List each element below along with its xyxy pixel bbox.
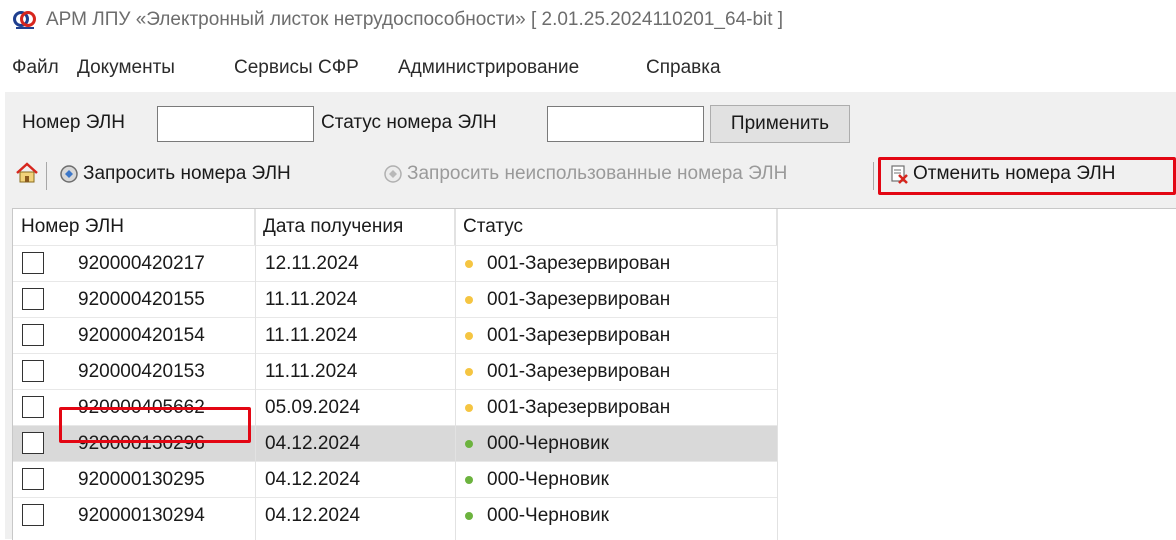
cell-receive-date: 11.11.2024 xyxy=(265,288,358,310)
cell-status: 001-Зарезервирован xyxy=(459,354,670,389)
request-eln-label: Запросить номера ЭЛН xyxy=(83,163,291,184)
cell-status: 001-Зарезервирован xyxy=(459,318,670,353)
status-dot-icon xyxy=(465,331,473,340)
status-dot-icon xyxy=(465,367,473,376)
row-checkbox[interactable] xyxy=(22,396,44,418)
cell-status: 001-Зарезервирован xyxy=(459,282,670,317)
cell-receive-date: 11.11.2024 xyxy=(265,360,358,382)
home-button[interactable] xyxy=(15,162,43,184)
row-checkbox[interactable] xyxy=(22,432,44,454)
status-dot-icon xyxy=(465,475,473,484)
cell-receive-date: 05.09.2024 xyxy=(265,396,361,418)
request-unused-icon xyxy=(384,165,402,183)
status-text: 001-Зарезервирован xyxy=(487,396,671,418)
status-dot-icon xyxy=(465,439,473,448)
status-text: 001-Зарезервирован xyxy=(487,252,671,274)
cell-status: 001-Зарезервирован xyxy=(459,390,670,425)
main-panel: Номер ЭЛН Статус номера ЭЛН Применить За… xyxy=(5,92,1176,540)
eln-number-label: Номер ЭЛН xyxy=(22,112,125,133)
menu-documents[interactable]: Документы xyxy=(77,57,175,79)
table-row[interactable]: 920000130294 04.12.2024 000-Черновик xyxy=(13,497,777,533)
status-dot-icon xyxy=(465,403,473,412)
window-title: АРМ ЛПУ «Электронный листок нетрудоспосо… xyxy=(46,9,784,30)
status-input[interactable] xyxy=(547,106,704,142)
cell-eln-number: 920000420154 xyxy=(78,324,205,346)
cell-status: 000-Черновик xyxy=(459,498,609,533)
cell-status: 000-Черновик xyxy=(459,426,609,461)
table-row[interactable]: 920000420154 11.11.2024 001-Зарезервирован xyxy=(13,317,777,353)
menu-bar: Файл Документы Сервисы СФР Администриров… xyxy=(0,55,1176,85)
status-dot-icon xyxy=(465,295,473,304)
status-text: 000-Черновик xyxy=(487,504,609,526)
cell-eln-number: 920000130294 xyxy=(78,504,205,526)
table-row[interactable]: 920000420155 11.11.2024 001-Зарезервирован xyxy=(13,281,777,317)
status-label: Статус номера ЭЛН xyxy=(321,112,497,133)
eln-table: Номер ЭЛН Дата получения Статус 92000042… xyxy=(12,208,1176,540)
apply-button[interactable]: Применить xyxy=(710,105,850,143)
cell-receive-date: 04.12.2024 xyxy=(265,468,361,490)
cell-eln-number: 920000420153 xyxy=(78,360,205,382)
title-bar: АРМ ЛПУ «Электронный листок нетрудоспосо… xyxy=(0,0,1176,40)
table-row[interactable]: 920000420217 12.11.2024 001-Зарезервирован xyxy=(13,245,777,281)
header-status[interactable]: Статус xyxy=(455,209,777,245)
sfr-logo-icon xyxy=(13,11,36,29)
request-unused-eln-label: Запросить неиспользованные номера ЭЛН xyxy=(407,163,788,184)
request-eln-button[interactable]: Запросить номера ЭЛН xyxy=(59,163,291,185)
header-receive-date[interactable]: Дата получения xyxy=(255,209,455,245)
cell-receive-date: 04.12.2024 xyxy=(265,432,361,454)
highlight-cancel-button xyxy=(878,157,1176,195)
cell-status: 001-Зарезервирован xyxy=(459,246,670,281)
eln-number-input[interactable] xyxy=(157,106,314,142)
header-eln-number[interactable]: Номер ЭЛН xyxy=(13,209,255,245)
toolbar: Запросить номера ЭЛН Запросить неиспольз… xyxy=(5,157,1176,195)
request-unused-eln-button[interactable]: Запросить неиспользованные номера ЭЛН xyxy=(383,163,787,185)
status-text: 001-Зарезервирован xyxy=(487,360,671,382)
table-row[interactable]: 920000130295 04.12.2024 000-Черновик xyxy=(13,461,777,497)
status-text: 001-Зарезервирован xyxy=(487,324,671,346)
menu-file[interactable]: Файл xyxy=(12,57,59,79)
cell-eln-number: 920000130295 xyxy=(78,468,205,490)
cell-status: 000-Черновик xyxy=(459,462,609,497)
status-dot-icon xyxy=(465,259,473,268)
cell-receive-date: 04.12.2024 xyxy=(265,504,361,526)
cell-receive-date: 12.11.2024 xyxy=(265,252,359,274)
cell-receive-date: 11.11.2024 xyxy=(265,324,358,346)
home-icon xyxy=(16,162,38,183)
cell-eln-number: 920000420217 xyxy=(78,252,205,274)
row-checkbox[interactable] xyxy=(22,504,44,526)
table-row[interactable]: 920000420153 11.11.2024 001-Зарезервирован xyxy=(13,353,777,389)
highlight-selected-number xyxy=(59,407,251,443)
cell-eln-number: 920000420155 xyxy=(78,288,205,310)
row-checkbox[interactable] xyxy=(22,288,44,310)
row-checkbox[interactable] xyxy=(22,360,44,382)
row-checkbox[interactable] xyxy=(22,468,44,490)
status-dot-icon xyxy=(465,511,473,520)
filter-row: Номер ЭЛН Статус номера ЭЛН Применить xyxy=(5,105,1176,143)
request-numbers-icon xyxy=(60,165,78,183)
status-text: 000-Черновик xyxy=(487,468,609,490)
status-text: 001-Зарезервирован xyxy=(487,288,671,310)
row-checkbox[interactable] xyxy=(22,252,44,274)
menu-help[interactable]: Справка xyxy=(646,57,721,79)
row-checkbox[interactable] xyxy=(22,324,44,346)
menu-administration[interactable]: Администрирование xyxy=(398,57,579,79)
menu-sfr-services[interactable]: Сервисы СФР xyxy=(234,57,359,79)
status-text: 000-Черновик xyxy=(487,432,609,454)
